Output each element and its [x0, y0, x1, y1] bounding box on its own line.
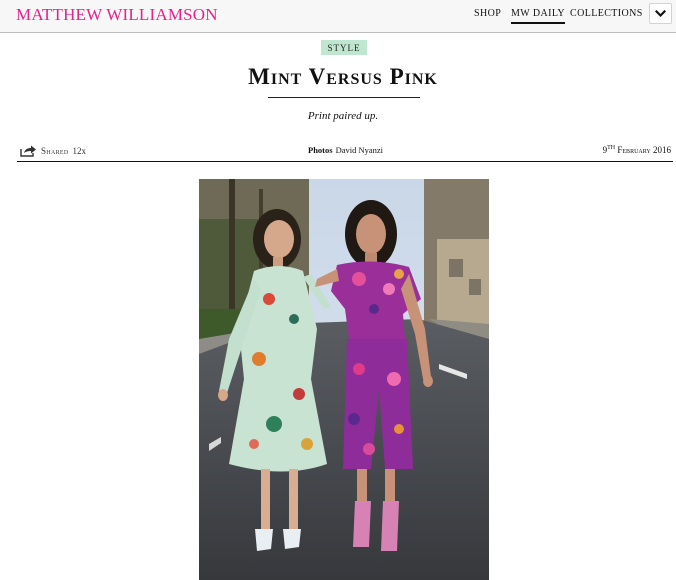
- article-title: Mint Versus Pink: [248, 64, 438, 89]
- publish-date: 9TH February 2016: [603, 145, 671, 155]
- article-photo: [199, 179, 489, 580]
- article-meta: Shared 12x Photos David Nyanzi 9TH Februa…: [17, 142, 673, 162]
- photo-credit-name: David Nyanzi: [335, 145, 384, 155]
- share-label: Shared: [41, 145, 69, 156]
- top-navigation-bar: MATTHEW WILLIAMSON SHOP MW DAILY COLLECT…: [0, 0, 676, 33]
- date-month-year: February 2016: [617, 145, 671, 155]
- meta-divider: [17, 161, 673, 162]
- share-count: 12x: [72, 145, 86, 156]
- nav-item-collections[interactable]: COLLECTIONS: [570, 8, 643, 19]
- title-divider: [268, 97, 420, 98]
- category-tag[interactable]: STYLE: [321, 40, 367, 55]
- photo-credit: Photos David Nyanzi: [308, 145, 383, 155]
- brand-logo[interactable]: MATTHEW WILLIAMSON: [16, 5, 218, 25]
- share-icon: [20, 145, 36, 157]
- nav-item-mw-daily[interactable]: MW DAILY: [511, 8, 565, 24]
- chevron-down-icon: [655, 9, 666, 17]
- photo-credit-label: Photos: [308, 145, 333, 155]
- nav-item-shop[interactable]: SHOP: [474, 8, 501, 19]
- article-subtitle: Print paired up.: [307, 110, 379, 122]
- menu-toggle-button[interactable]: [649, 3, 672, 24]
- share-button[interactable]: Shared 12x: [20, 144, 86, 157]
- date-suffix: TH: [607, 145, 616, 151]
